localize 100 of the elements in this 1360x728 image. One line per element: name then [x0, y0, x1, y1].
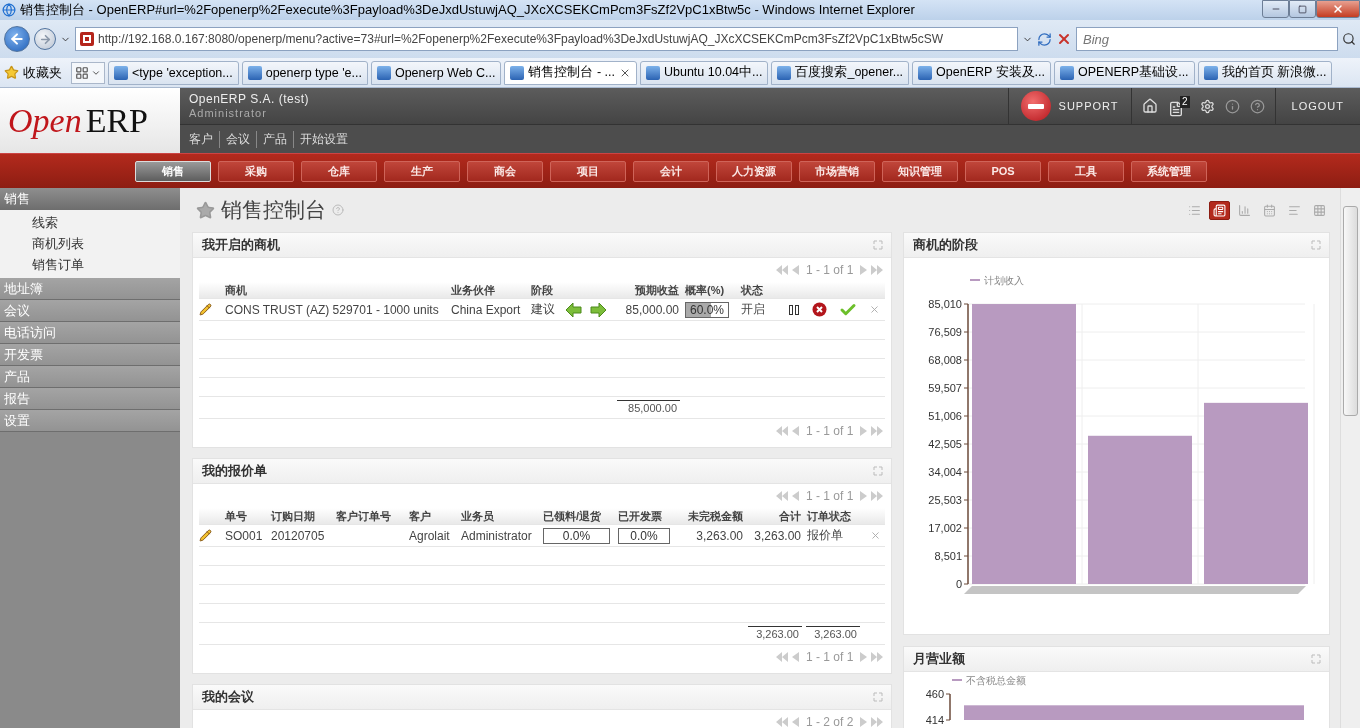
previous-page-button[interactable]	[792, 491, 799, 501]
menu-button[interactable]: 采购	[218, 160, 294, 182]
menu-button[interactable]: 会计	[633, 160, 709, 182]
favorite-star-icon[interactable]	[196, 200, 215, 220]
menu-button[interactable]: 市场营销	[799, 160, 875, 182]
logo[interactable]: OpenERP	[0, 88, 180, 153]
column-header[interactable]: 合计	[746, 508, 804, 524]
menu-button[interactable]: 系统管理	[1131, 160, 1207, 182]
shortcut-link[interactable]: 开始设置	[293, 130, 354, 148]
previous-page-button[interactable]	[792, 652, 799, 662]
menu-button[interactable]: 商会	[467, 160, 543, 182]
browser-tab[interactable]: OPENERP基础设...	[1054, 60, 1195, 85]
home-icon[interactable]	[1141, 98, 1158, 114]
menu-button[interactable]: 生产	[384, 160, 460, 182]
next-page-button[interactable]	[860, 426, 868, 436]
delete-icon[interactable]	[869, 304, 880, 315]
menu-button[interactable]: 知识管理	[882, 160, 958, 182]
last-page-button[interactable]	[871, 426, 884, 436]
menu-button[interactable]: POS	[965, 160, 1041, 182]
previous-page-button[interactable]	[792, 426, 799, 436]
favorites-button[interactable]: 收藏夹	[4, 63, 68, 82]
menu-button[interactable]: 工具	[1048, 160, 1124, 182]
expand-icon[interactable]	[1311, 654, 1321, 664]
column-header[interactable]: 订购日期	[268, 508, 333, 524]
back-button[interactable]	[4, 26, 30, 52]
browser-tab[interactable]: 我的首页 新浪微...	[1197, 60, 1333, 85]
browser-tab[interactable]: 百度搜索_opener...	[771, 60, 910, 85]
first-page-button[interactable]	[776, 717, 788, 727]
table-cell[interactable]: CONS TRUST (AZ) 529701 - 1000 units	[222, 302, 448, 317]
pencil-icon[interactable]	[199, 529, 212, 542]
column-header[interactable]: 业务员	[458, 508, 540, 524]
sidebar-section[interactable]: 销售	[0, 188, 180, 210]
info-icon[interactable]	[1224, 98, 1240, 114]
column-header[interactable]: 客户	[406, 508, 458, 524]
browser-tab[interactable]: <type 'exception...	[108, 60, 239, 85]
column-header[interactable]: 商机	[222, 282, 448, 298]
shortcut-link[interactable]: 会议	[219, 130, 256, 148]
support-button[interactable]: SUPPORT	[1018, 89, 1121, 123]
left-arrow-icon[interactable]	[565, 301, 582, 318]
expand-icon[interactable]	[1311, 240, 1321, 250]
column-header[interactable]: 客户订单号	[333, 508, 406, 524]
first-page-button[interactable]	[776, 426, 788, 436]
document-icon[interactable]	[1167, 100, 1184, 117]
minimize-button[interactable]	[1262, 0, 1289, 18]
sidebar-item[interactable]: 商机列表	[0, 233, 180, 254]
settings-icon[interactable]	[1199, 98, 1215, 114]
help-icon[interactable]	[332, 204, 344, 216]
help-icon[interactable]	[1249, 98, 1265, 114]
first-page-button[interactable]	[776, 491, 788, 501]
forward-button[interactable]	[34, 28, 56, 50]
column-header[interactable]: 已领料/退货	[540, 508, 615, 524]
column-header[interactable]: 未完税金额	[675, 508, 746, 524]
column-header[interactable]: 单号	[222, 508, 268, 524]
close-button[interactable]	[1316, 0, 1360, 18]
menu-button[interactable]: 销售	[135, 160, 211, 182]
stop-icon[interactable]	[1056, 31, 1072, 47]
previous-page-button[interactable]	[792, 265, 799, 275]
table-cell[interactable]: SO001	[222, 528, 268, 543]
logout-button[interactable]: LOGOUT	[1285, 100, 1350, 112]
shortcut-link[interactable]: 客户	[189, 130, 219, 148]
last-page-button[interactable]	[871, 265, 884, 275]
quick-tabs-button[interactable]	[71, 61, 105, 84]
browser-tab[interactable]: 销售控制台 - ...	[504, 60, 637, 85]
column-header[interactable]: 阶段	[528, 282, 562, 298]
shortcut-link[interactable]: 产品	[256, 130, 293, 148]
cancel-icon[interactable]	[812, 302, 827, 317]
next-page-button[interactable]	[860, 717, 868, 727]
last-page-button[interactable]	[871, 717, 884, 727]
menu-button[interactable]: 仓库	[301, 160, 377, 182]
column-header[interactable]: 已开发票	[615, 508, 675, 524]
sidebar-item[interactable]: 线索	[0, 212, 180, 233]
browser-tab[interactable]: OpenERP 安装及...	[912, 60, 1052, 85]
last-page-button[interactable]	[871, 652, 884, 662]
first-page-button[interactable]	[776, 652, 788, 662]
column-header[interactable]: 概率(%)	[682, 282, 738, 298]
scrollbar[interactable]	[1340, 188, 1360, 728]
right-arrow-icon[interactable]	[590, 301, 607, 318]
last-page-button[interactable]	[871, 491, 884, 501]
menu-button[interactable]: 项目	[550, 160, 626, 182]
menu-button[interactable]: 人力资源	[716, 160, 792, 182]
browser-tab[interactable]: Openerp Web C...	[370, 60, 502, 85]
column-header[interactable]: 状态	[738, 282, 780, 298]
search-field[interactable]: Bing	[1076, 27, 1338, 51]
refresh-icon[interactable]	[1037, 31, 1052, 47]
browser-tab[interactable]: Ubuntu 10.04中...	[640, 60, 769, 85]
next-page-button[interactable]	[860, 265, 868, 275]
pause-icon[interactable]	[788, 303, 800, 316]
address-field[interactable]: http://192.168.0.167:8080/openerp/menu?active=73#url=%2Fopenerp%2Fexecute%3Fpayload%3DeJxdUstuwjAQ_JXcXCSEKCmPcm3FsZf2VpC1xBtw5cSW	[75, 27, 1018, 51]
search-icon[interactable]	[1342, 32, 1356, 46]
expand-icon[interactable]	[873, 240, 884, 250]
expand-icon[interactable]	[873, 466, 884, 476]
browser-tab[interactable]: openerp type 'e...	[241, 60, 368, 85]
column-header[interactable]: 预期收益	[615, 282, 682, 298]
first-page-button[interactable]	[776, 265, 788, 275]
expand-icon[interactable]	[873, 692, 884, 702]
pencil-icon[interactable]	[199, 303, 212, 316]
view-mode-button[interactable]	[1209, 200, 1230, 220]
sidebar-item[interactable]: 销售订单	[0, 254, 180, 275]
column-header[interactable]: 订单状态	[804, 508, 862, 524]
previous-page-button[interactable]	[792, 717, 799, 727]
